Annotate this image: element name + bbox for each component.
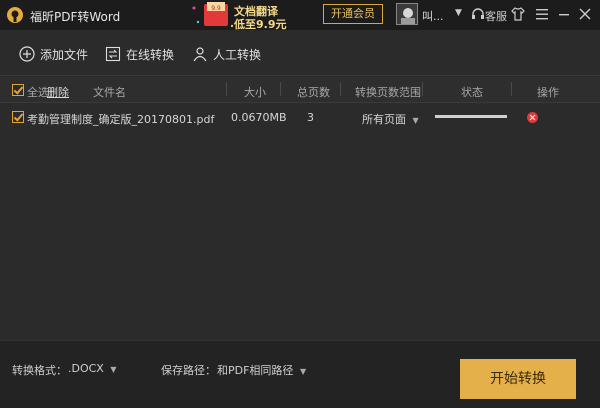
save-path-value: 和PDF相同路径: [217, 364, 294, 377]
table-header: 全选 删除 文件名 大小 总页数 转换页数范围 状态 操作: [0, 77, 600, 103]
headset-icon[interactable]: [470, 6, 486, 22]
row-size: 0.0670MB: [231, 111, 287, 124]
format-dropdown[interactable]: .DOCX ▼: [68, 362, 117, 375]
chevron-down-icon: ▼: [110, 365, 117, 374]
column-range: 转换页数范围: [355, 86, 421, 99]
column-filename: 文件名: [93, 86, 126, 99]
column-divider: [280, 82, 281, 96]
convert-arrows-icon: [105, 46, 121, 62]
select-all-checkbox[interactable]: [12, 84, 24, 96]
close-icon[interactable]: [577, 6, 593, 22]
column-size: 大小: [244, 86, 266, 99]
chevron-down-icon: ▼: [412, 116, 419, 125]
add-file-label: 添加文件: [40, 47, 89, 62]
app-title: 福昕PDF转Word: [30, 10, 121, 24]
select-all-label[interactable]: 全选: [27, 84, 49, 100]
vip-button[interactable]: 开通会员: [323, 4, 383, 24]
format-label: 转换格式：: [12, 364, 67, 377]
skin-shirt-icon[interactable]: [510, 6, 526, 22]
column-divider: [422, 82, 423, 96]
avatar-image-icon: [397, 4, 417, 24]
row-pages: 3: [307, 111, 314, 124]
save-path-label: 保存路径：: [161, 364, 216, 377]
delete-selected-link[interactable]: 删除: [47, 84, 69, 100]
table-row[interactable]: 考勤管理制度_确定版_20170801.pdf 0.0670MB 3 所有页面 …: [0, 104, 600, 130]
start-convert-button[interactable]: 开始转换: [460, 359, 576, 399]
online-convert-button[interactable]: 在线转换: [105, 44, 174, 64]
menu-icon[interactable]: [534, 6, 550, 22]
row-range-value: 所有页面: [362, 113, 406, 126]
delete-row-icon[interactable]: [527, 112, 538, 123]
add-file-button[interactable]: 添加文件: [19, 44, 88, 64]
row-filename: 考勤管理制度_确定版_20170801.pdf: [27, 113, 215, 126]
promo-badge: 9.9: [211, 5, 221, 12]
column-divider: [511, 82, 512, 96]
row-range-dropdown[interactable]: 所有页面 ▼: [362, 111, 419, 127]
plus-circle-icon: [19, 46, 35, 62]
app-logo-icon: [7, 7, 23, 23]
title-bar: 福昕PDF转Word 9.9 文档翻译 低至9.9元 开通会员 叫... ▼ 客…: [0, 0, 600, 31]
chevron-down-icon: ▼: [299, 367, 307, 376]
column-status: 状态: [461, 86, 483, 99]
manual-convert-button[interactable]: 人工转换: [192, 44, 261, 64]
column-pages: 总页数: [297, 86, 330, 99]
service-label[interactable]: 客服: [485, 8, 507, 24]
column-action: 操作: [537, 86, 559, 99]
row-checkbox[interactable]: [12, 111, 24, 123]
minimize-icon[interactable]: [556, 6, 572, 22]
person-icon: [193, 47, 207, 62]
column-divider: [226, 82, 227, 96]
format-value: .DOCX: [68, 362, 104, 375]
avatar[interactable]: [396, 3, 418, 25]
online-convert-label: 在线转换: [126, 47, 175, 62]
save-path-dropdown[interactable]: 和PDF相同路径 ▼: [217, 362, 306, 378]
toolbar: 添加文件 在线转换 人工转换: [0, 30, 600, 76]
username[interactable]: 叫...: [422, 8, 444, 24]
user-menu-caret-icon[interactable]: ▼: [455, 8, 462, 18]
row-progress-bar: [435, 115, 507, 118]
manual-convert-label: 人工转换: [213, 47, 262, 62]
column-divider: [340, 82, 341, 96]
footer: 转换格式： .DOCX ▼ 保存路径： 和PDF相同路径 ▼ 开始转换: [0, 340, 600, 408]
row-progress-fill: [435, 115, 507, 118]
